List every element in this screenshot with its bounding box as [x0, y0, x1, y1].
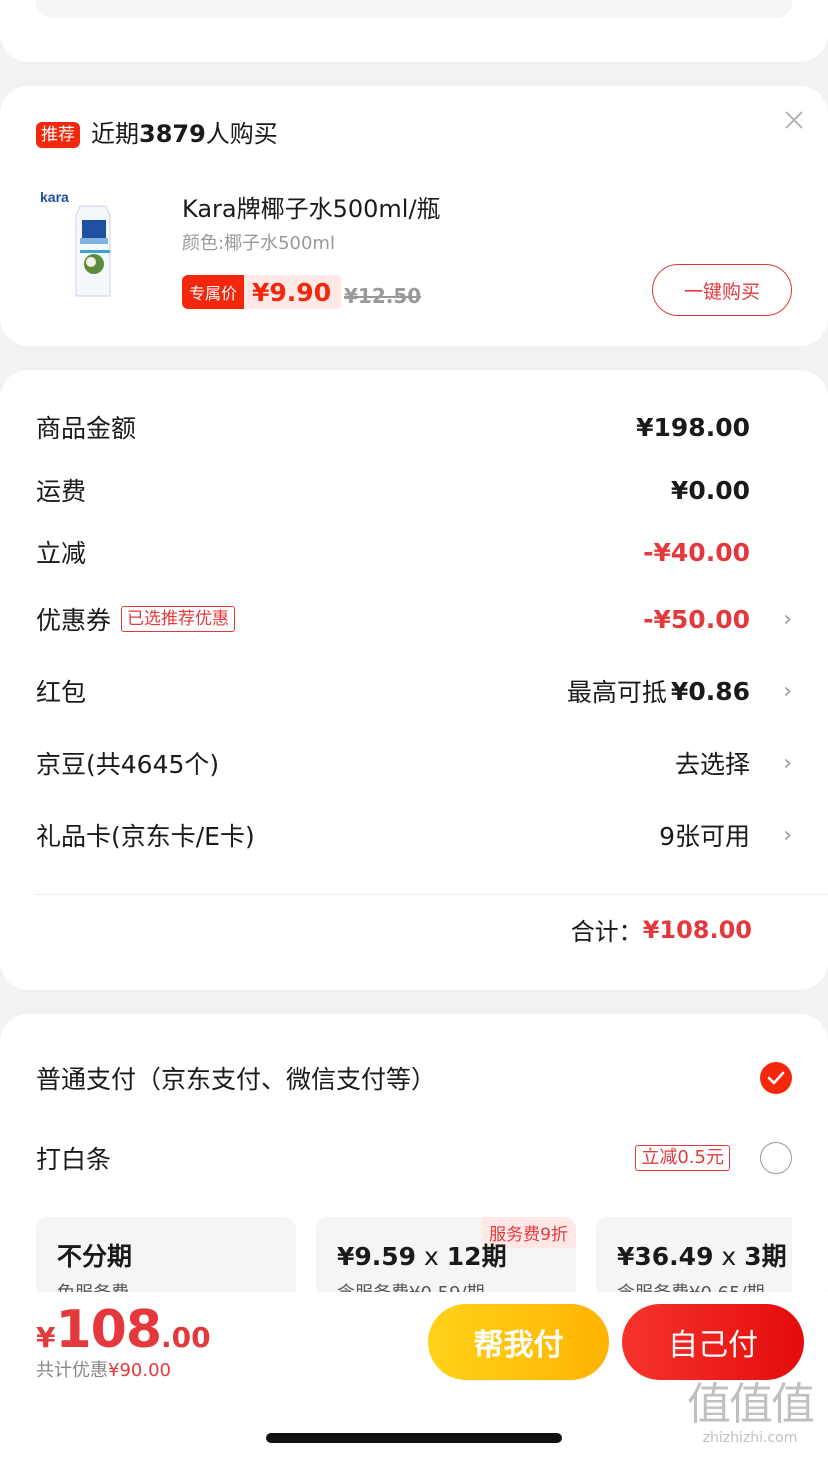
- brand-logo-text: kara: [40, 189, 69, 205]
- pay-myself-button[interactable]: 自己付: [622, 1304, 804, 1380]
- checkmark-icon[interactable]: [760, 1062, 792, 1094]
- bottom-total-decimal: .00: [161, 1321, 211, 1354]
- payment-option-normal[interactable]: 普通支付（京东支付、微信支付等）: [36, 1056, 792, 1100]
- previous-section-bar: [36, 0, 792, 18]
- product-image[interactable]: kara: [36, 186, 136, 302]
- chevron-right-icon: ›: [783, 750, 792, 776]
- installment-plan-none[interactable]: 不分期 免服务费: [36, 1217, 296, 1297]
- summary-row-red-packet[interactable]: 红包 最高可抵 ¥0.86 ›: [36, 671, 792, 711]
- summary-label: 运费: [36, 477, 87, 506]
- product-name[interactable]: Kara牌椰子水500ml/瓶: [182, 192, 441, 226]
- radio-unchecked-icon[interactable]: [760, 1142, 792, 1174]
- summary-row-instant-discount: 立减 -¥40.00›: [36, 532, 792, 572]
- exclusive-price-box: 专属价 ¥9.90: [182, 275, 342, 309]
- summary-value-prefix: 最高可抵: [566, 678, 667, 707]
- summary-row-goods-amount: 商品金额 ¥198.00›: [36, 407, 792, 447]
- summary-label: 礼品卡(京东卡/E卡): [36, 822, 255, 851]
- bottom-total-currency: ¥: [36, 1321, 56, 1354]
- plan-main: ¥36.49 x 3期: [617, 1237, 787, 1273]
- plan-amount: ¥36.49: [617, 1242, 714, 1271]
- baitiao-discount-tag: 立减0.5元: [635, 1145, 730, 1171]
- payment-option-baitiao[interactable]: 打白条 立减0.5元: [36, 1136, 792, 1180]
- summary-label: 红包: [36, 678, 87, 707]
- summary-label: 优惠券: [36, 606, 112, 635]
- exclusive-price: ¥9.90: [244, 275, 342, 309]
- plan-times: 12期: [446, 1242, 507, 1271]
- plan-amount: ¥9.59: [337, 1242, 417, 1271]
- installment-plans: 不分期 免服务费 服务费9折 ¥9.59 x 12期 含服务费¥0.59/期 ¥…: [36, 1217, 792, 1297]
- plan-times: 3期: [744, 1242, 787, 1271]
- summary-row-coupon[interactable]: 优惠券 已选推荐优惠 -¥50.00 ›: [36, 599, 792, 639]
- recommend-tag: 推荐: [36, 122, 80, 148]
- summary-divider: [36, 894, 828, 895]
- chevron-right-icon: ›: [783, 822, 792, 848]
- bottom-total-integer: 108: [55, 1300, 162, 1360]
- bottom-saved-label: 共计优惠: [36, 1360, 108, 1381]
- bottom-saved-value: ¥90.00: [108, 1360, 171, 1381]
- chevron-right-icon: ›: [783, 678, 792, 704]
- bottom-total: ¥ 108 .00: [36, 1300, 211, 1360]
- installment-plan-3[interactable]: ¥36.49 x 3期 含服务费¥0.65/期: [596, 1217, 792, 1297]
- payment-option-label: 打白条: [36, 1145, 112, 1174]
- summary-value: ¥0.86: [670, 676, 750, 706]
- summary-total: 合计： ¥108.00: [571, 912, 752, 947]
- summary-label: 商品金额: [36, 414, 137, 443]
- home-indicator[interactable]: [266, 1433, 562, 1443]
- summary-value: -¥40.00: [643, 537, 750, 567]
- recommend-title-prefix: 近期: [91, 120, 139, 148]
- help-me-pay-button[interactable]: 帮我付: [428, 1304, 609, 1380]
- plan-times-sign: x: [416, 1242, 447, 1271]
- summary-value: 9张可用: [659, 822, 750, 851]
- summary-row-jingdou[interactable]: 京豆(共4645个) 去选择 ›: [36, 743, 792, 783]
- coupon-selected-tag: 已选推荐优惠: [121, 606, 236, 632]
- summary-value: -¥50.00: [643, 604, 750, 634]
- plan-main: ¥9.59 x 12期: [337, 1237, 507, 1273]
- summary-value: ¥0.00: [670, 475, 750, 505]
- plan-main: 不分期: [57, 1242, 133, 1271]
- summary-row-gift-card[interactable]: 礼品卡(京东卡/E卡) 9张可用 ›: [36, 815, 792, 855]
- previous-section-card: [0, 0, 828, 62]
- one-click-buy-button[interactable]: 一键购买: [652, 264, 792, 316]
- recommend-title: 近期3879人购买: [91, 118, 278, 150]
- chevron-right-icon: ›: [783, 606, 792, 632]
- plan-times-sign: x: [713, 1242, 745, 1271]
- bottom-saved: 共计优惠¥90.00: [36, 1356, 171, 1382]
- product-spec: 颜色:椰子水500ml: [182, 233, 335, 254]
- summary-label: 立减: [36, 539, 87, 568]
- summary-value: 去选择: [674, 750, 750, 779]
- watermark-url: zhizhizhi.com: [702, 1430, 798, 1446]
- installment-plan-12[interactable]: 服务费9折 ¥9.59 x 12期 含服务费¥0.59/期: [316, 1217, 576, 1297]
- summary-value: ¥198.00: [636, 412, 750, 442]
- payment-option-label: 普通支付（京东支付、微信支付等）: [36, 1065, 437, 1094]
- summary-row-shipping: 运费 ¥0.00›: [36, 470, 792, 510]
- summary-total-label: 合计：: [570, 918, 643, 946]
- summary-total-value: ¥108.00: [642, 915, 752, 944]
- recommend-title-count: 3879: [139, 120, 206, 148]
- close-icon[interactable]: [780, 106, 808, 134]
- exclusive-price-label: 专属价: [182, 275, 245, 309]
- recommend-title-suffix: 人购买: [205, 120, 278, 148]
- watermark: 值值值 zhizhizhi.com: [676, 1379, 824, 1447]
- summary-label: 京豆(共4645个): [36, 750, 220, 779]
- original-price: ¥12.50: [344, 284, 422, 308]
- watermark-mark: 值值值: [687, 1379, 815, 1430]
